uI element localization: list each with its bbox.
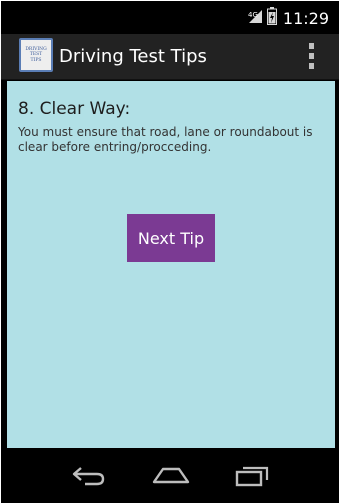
status-icons: 4G 11:29 (247, 7, 329, 29)
tip-title: 8. Clear Way: (18, 99, 131, 119)
svg-text:4G: 4G (248, 11, 258, 19)
phone-screen: 4G 11:29 DRIVING TEST TIPS Driving Test … (1, 1, 339, 503)
signal-icon: 4G (247, 8, 263, 28)
tip-content: 8. Clear Way: You must ensure that road,… (7, 81, 335, 448)
menu-dot (308, 63, 314, 69)
recent-apps-icon[interactable] (231, 460, 275, 490)
back-icon[interactable] (67, 460, 111, 490)
status-bar: 4G 11:29 (1, 1, 339, 34)
status-time: 11:29 (282, 8, 329, 28)
menu-dot (308, 43, 314, 49)
app-icon[interactable]: DRIVING TEST TIPS (19, 38, 53, 72)
next-tip-button[interactable]: Next Tip (127, 214, 215, 262)
navigation-bar (1, 448, 339, 503)
menu-dot (308, 53, 314, 59)
home-icon[interactable] (149, 460, 193, 490)
action-bar: DRIVING TEST TIPS Driving Test Tips (1, 34, 339, 80)
app-icon-line: TIPS (30, 57, 42, 63)
app-title: Driving Test Tips (59, 46, 207, 67)
tip-text: You must ensure that road, lane or round… (18, 125, 313, 154)
overflow-menu-icon[interactable] (307, 43, 315, 69)
battery-icon (266, 7, 277, 29)
